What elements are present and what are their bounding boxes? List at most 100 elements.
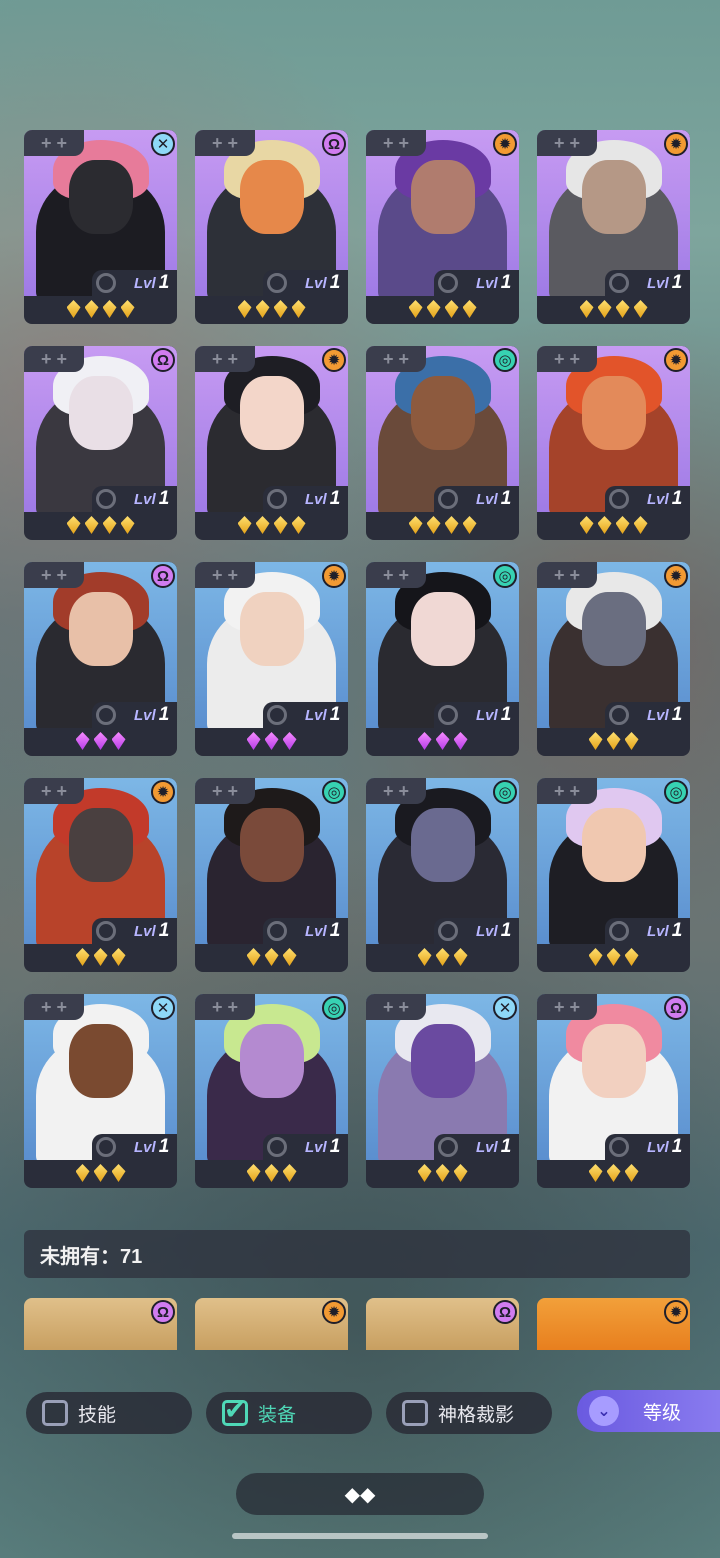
equipment-slots-tab[interactable]: + + xyxy=(366,994,426,1020)
level-plate: Lvl 1 xyxy=(263,270,348,296)
spiral-icon: ◎ xyxy=(322,780,346,804)
level-value: 1 xyxy=(500,1136,512,1157)
unowned-hero-card[interactable]: Ω xyxy=(366,1298,519,1350)
filter-divine-shadow-toggle[interactable]: 神格裁影 xyxy=(386,1392,552,1434)
hero-card[interactable]: + + ✕ Lvl 1 xyxy=(24,130,177,324)
equipment-slots-tab[interactable]: + + xyxy=(24,346,84,372)
level-value: 1 xyxy=(671,488,683,509)
level-plate: Lvl 1 xyxy=(605,1134,690,1160)
hero-card[interactable]: + + ✹ Lvl 1 xyxy=(195,346,348,540)
equipment-slots-tab[interactable]: + + xyxy=(537,562,597,588)
hero-card[interactable]: + + Ω Lvl 1 xyxy=(537,994,690,1188)
spiral-icon: ◎ xyxy=(322,996,346,1020)
star-rating xyxy=(366,1164,519,1186)
hero-card[interactable]: + + ◎ Lvl 1 xyxy=(195,994,348,1188)
collapse-button[interactable]: ◆◆ xyxy=(236,1473,484,1515)
sun-icon: ✹ xyxy=(664,132,688,156)
star-icon xyxy=(435,732,450,750)
hero-card[interactable]: + + ✹ Lvl 1 xyxy=(537,562,690,756)
equipment-slots-tab[interactable]: + + xyxy=(537,994,597,1020)
hero-card[interactable]: + + ✕ Lvl 1 xyxy=(24,994,177,1188)
gear-icon xyxy=(96,921,116,941)
gear-icon xyxy=(96,273,116,293)
hero-card[interactable]: + + Ω Lvl 1 xyxy=(24,562,177,756)
equipment-slots-label: + + xyxy=(40,996,68,1017)
gear-icon xyxy=(609,489,629,509)
omega-icon: Ω xyxy=(151,348,175,372)
star-icon xyxy=(417,732,432,750)
hero-face xyxy=(581,808,646,882)
level-plate: Lvl 1 xyxy=(434,918,519,944)
sort-by-level-label: 等级 xyxy=(643,1402,682,1424)
star-icon xyxy=(246,948,261,966)
hero-card[interactable]: + + ◎ Lvl 1 xyxy=(195,778,348,972)
equipment-slots-label: + + xyxy=(553,780,581,801)
star-rating xyxy=(366,300,519,322)
hero-card[interactable]: + + ✹ Lvl 1 xyxy=(24,778,177,972)
equipment-slots-tab[interactable]: + + xyxy=(366,346,426,372)
filter-equipment-toggle[interactable]: 装备 xyxy=(206,1392,372,1434)
unowned-hero-card[interactable]: ✹ xyxy=(537,1298,690,1350)
sun-icon: ✹ xyxy=(322,564,346,588)
star-icon xyxy=(273,516,288,534)
equipment-slots-tab[interactable]: + + xyxy=(537,130,597,156)
unowned-hero-card[interactable]: ✹ xyxy=(195,1298,348,1350)
level-value: 1 xyxy=(158,488,170,509)
level-prefix: Lvl xyxy=(305,275,327,292)
level-prefix: Lvl xyxy=(134,1139,156,1156)
hero-card[interactable]: + + ✹ Lvl 1 xyxy=(366,130,519,324)
star-icon xyxy=(408,516,423,534)
star-rating xyxy=(537,732,690,754)
equipment-slots-tab[interactable]: + + xyxy=(537,778,597,804)
sun-icon: ✹ xyxy=(664,348,688,372)
star-rating xyxy=(195,516,348,538)
equipment-slots-tab[interactable]: + + xyxy=(195,346,255,372)
sort-by-level-button[interactable]: ⌄ 等级 xyxy=(577,1390,720,1432)
equipment-slots-label: + + xyxy=(382,564,410,585)
hero-card[interactable]: + + Ω Lvl 1 xyxy=(24,346,177,540)
equipment-slots-label: + + xyxy=(211,132,239,153)
equipment-slots-tab[interactable]: + + xyxy=(24,994,84,1020)
hero-card[interactable]: + + Ω Lvl 1 xyxy=(195,130,348,324)
equipment-slots-tab[interactable]: + + xyxy=(195,562,255,588)
gear-icon xyxy=(609,273,629,293)
equipment-slots-tab[interactable]: + + xyxy=(195,778,255,804)
level-value: 1 xyxy=(500,920,512,941)
hero-card[interactable]: + + ✹ Lvl 1 xyxy=(195,562,348,756)
hero-card[interactable]: + + ◎ Lvl 1 xyxy=(366,562,519,756)
level-plate: Lvl 1 xyxy=(263,702,348,728)
equipment-slots-tab[interactable]: + + xyxy=(366,778,426,804)
level-label: Lvl 1 xyxy=(476,704,511,726)
sun-icon: ✹ xyxy=(664,564,688,588)
filter-skill-toggle[interactable]: 技能 xyxy=(26,1392,192,1434)
hero-card[interactable]: + + ✕ Lvl 1 xyxy=(366,994,519,1188)
unowned-hero-card[interactable]: Ω xyxy=(24,1298,177,1350)
star-icon xyxy=(408,300,423,318)
star-icon xyxy=(453,948,468,966)
equipment-slots-tab[interactable]: + + xyxy=(195,994,255,1020)
star-icon xyxy=(417,948,432,966)
hero-card[interactable]: + + ◎ Lvl 1 xyxy=(366,778,519,972)
hero-card[interactable]: + + ◎ Lvl 1 xyxy=(537,778,690,972)
hero-card[interactable]: + + ◎ Lvl 1 xyxy=(366,346,519,540)
equipment-slots-tab[interactable]: + + xyxy=(24,562,84,588)
star-icon xyxy=(453,732,468,750)
level-plate: Lvl 1 xyxy=(92,486,177,512)
hero-card[interactable]: + + ✹ Lvl 1 xyxy=(537,130,690,324)
hero-face xyxy=(68,592,133,666)
equipment-slots-tab[interactable]: + + xyxy=(24,778,84,804)
equipment-slots-label: + + xyxy=(211,564,239,585)
equipment-slots-tab[interactable]: + + xyxy=(366,130,426,156)
star-icon xyxy=(597,300,612,318)
hero-card[interactable]: + + ✹ Lvl 1 xyxy=(537,346,690,540)
star-icon xyxy=(66,300,81,318)
equipment-slots-tab[interactable]: + + xyxy=(537,346,597,372)
equipment-slots-tab[interactable]: + + xyxy=(195,130,255,156)
level-prefix: Lvl xyxy=(647,923,669,940)
equipment-slots-tab[interactable]: + + xyxy=(366,562,426,588)
equipment-slots-tab[interactable]: + + xyxy=(24,130,84,156)
level-prefix: Lvl xyxy=(647,491,669,508)
equipment-slots-label: + + xyxy=(553,348,581,369)
star-icon xyxy=(111,1164,126,1182)
star-icon xyxy=(426,516,441,534)
